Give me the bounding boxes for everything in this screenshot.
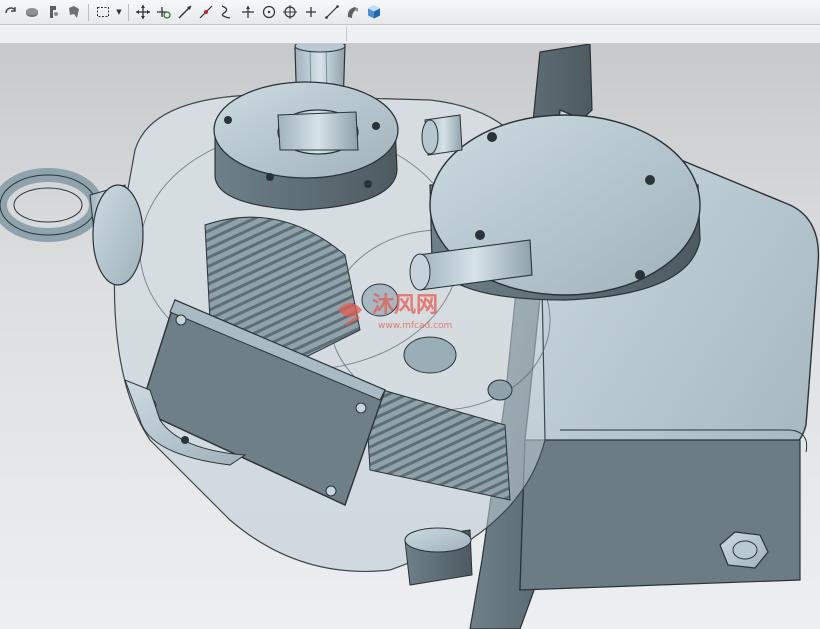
gearbox-model[interactable]: 沐风网 www.mfcad.com	[0, 44, 820, 629]
fit-view-icon[interactable]	[65, 3, 83, 21]
3d-viewport[interactable]: 沐风网 www.mfcad.com	[0, 44, 820, 629]
datum-axis-icon[interactable]	[239, 3, 257, 21]
subbar-divider	[346, 27, 347, 41]
watermark-url: www.mfcad.com	[378, 321, 452, 331]
move-handle-icon[interactable]	[134, 3, 152, 21]
selection-box-icon[interactable]	[94, 3, 112, 21]
cross-point-icon[interactable]	[302, 3, 320, 21]
secondary-toolbar	[0, 25, 820, 44]
curve-tool-icon[interactable]	[218, 3, 236, 21]
point-on-curve-icon[interactable]	[197, 3, 215, 21]
line-tool-icon[interactable]	[176, 3, 194, 21]
pan-move-icon[interactable]	[44, 3, 62, 21]
chevron-down-icon[interactable]: ▼	[115, 3, 123, 21]
bearing-bore	[403, 336, 457, 374]
render-style-icon[interactable]	[344, 3, 362, 21]
multi-move-icon[interactable]	[155, 3, 173, 21]
watermark-title: 沐风网	[372, 293, 438, 318]
shaded-view-icon[interactable]	[23, 3, 41, 21]
housing-front-face	[519, 439, 801, 591]
toolbar-separator	[88, 3, 89, 21]
vector-line-icon[interactable]	[323, 3, 341, 21]
top-toolbar: ▼	[0, 0, 820, 25]
target-point-icon[interactable]	[281, 3, 299, 21]
3d-cube-view-icon[interactable]	[365, 3, 383, 21]
rotate-arrow-icon[interactable]	[2, 3, 20, 21]
toolbar-separator	[128, 3, 129, 21]
circle-center-icon[interactable]	[260, 3, 278, 21]
